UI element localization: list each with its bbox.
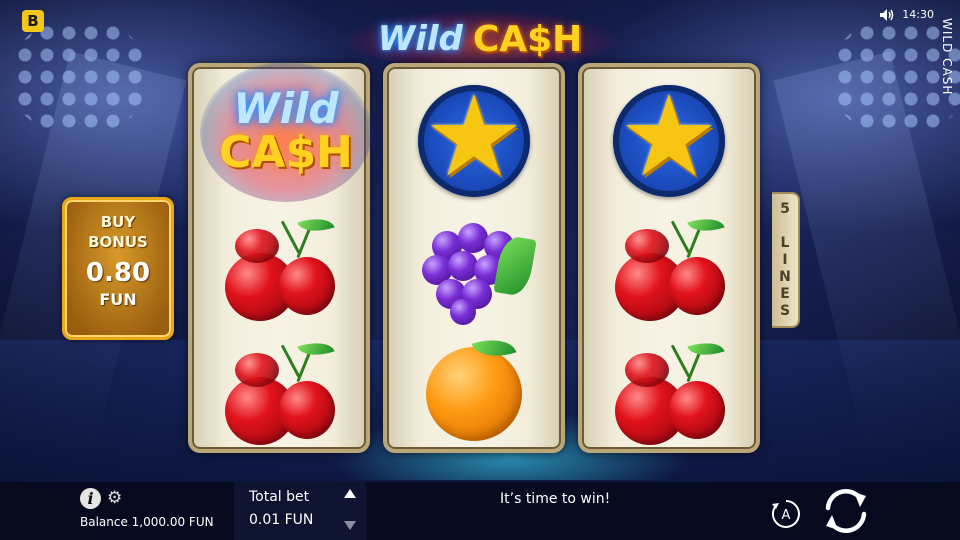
buy-bonus-label-line2: BONUS [88,233,148,251]
info-icon[interactable]: i [80,488,101,509]
star-symbol: ★ [613,81,725,197]
cherry-symbol [219,212,339,323]
star-icon: ★ [423,72,525,202]
brand-logo[interactable]: B [22,10,44,32]
reel-3: ★ [578,63,760,453]
spin-arrows-icon [825,489,867,533]
cherry-symbol [219,336,339,447]
bottom-control-bar [0,482,960,540]
balance-display: Balance 1,000.00 FUN [80,515,214,529]
paylines-label: 5 LINES [777,200,793,320]
bet-decrease-arrow-icon[interactable] [344,521,356,530]
cherry-symbol [609,212,729,323]
wild-cash-symbol: Wild CA$H [200,62,372,202]
game-title-vertical: WILD CASH [940,18,954,96]
cherry-symbol [609,336,729,447]
game-logo: Wild CA$H [345,10,615,68]
cash-symbol-word: CA$H [219,126,353,178]
orange-symbol [422,331,526,441]
buy-bonus-currency: FUN [99,290,137,309]
buy-bonus-label-line1: BUY [100,213,136,231]
total-bet-label: Total bet [249,489,310,505]
star-symbol: ★ [418,81,530,197]
buy-bonus-button[interactable]: BUY BONUS 0.80 FUN [62,197,174,340]
gear-icon[interactable]: ⚙ [107,488,122,508]
star-icon: ★ [618,72,720,202]
status-bar: 14:30 [880,8,934,21]
grapes-symbol [414,209,537,325]
paylines-tab[interactable]: 5 LINES [772,192,800,328]
logo-word-cash: CA$H [472,18,583,60]
logo-word-wild: Wild [377,19,463,59]
autoplay-letter: A [782,508,791,523]
total-bet-value: 0.01 FUN [249,512,314,528]
wild-symbol-word: Wild [233,83,339,133]
status-message: It’s time to win! [500,491,611,507]
speaker-icon[interactable] [880,8,894,21]
bet-increase-arrow-icon[interactable] [344,489,356,498]
stage-spotlight [14,22,144,132]
buy-bonus-price: 0.80 [85,258,151,288]
reel-2: ★ [383,63,565,453]
autoplay-button[interactable]: A [771,499,801,529]
spin-button[interactable] [820,486,872,536]
clock-time: 14:30 [902,8,934,21]
